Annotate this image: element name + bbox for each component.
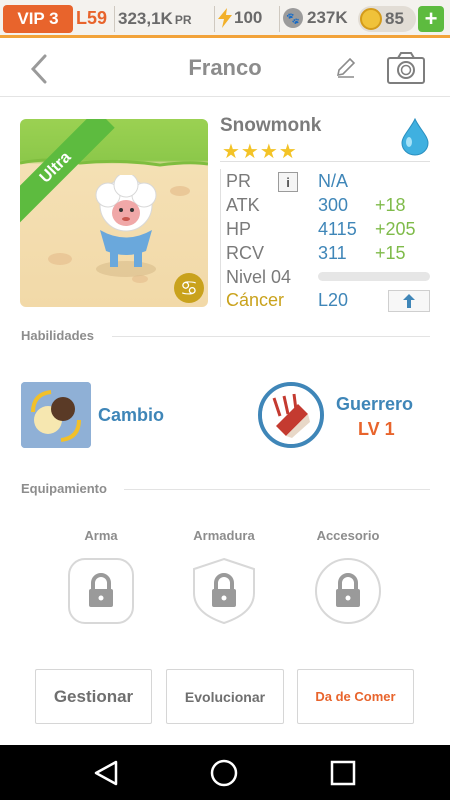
stat-row-rcv: RCV 311 +15	[226, 243, 436, 267]
coin-counter[interactable]: 85	[358, 6, 416, 32]
power-rating-unit: PR	[174, 13, 192, 27]
lock-icon	[193, 557, 255, 625]
system-navigation-bar	[0, 745, 450, 800]
lock-icon	[68, 558, 134, 624]
stat-label: ATK	[226, 195, 260, 215]
lock-icon	[315, 558, 381, 624]
slot-label-weapon: Arma	[84, 528, 118, 543]
zodiac-badge: ♋	[174, 273, 204, 303]
level-up-button[interactable]	[388, 290, 430, 312]
arrow-up-icon	[403, 294, 415, 308]
stat-value: N/A	[318, 171, 349, 191]
triangle-back-icon	[94, 760, 118, 786]
snowmonk-sprite	[95, 175, 157, 267]
stat-value: 4115	[318, 219, 357, 239]
nav-back-button[interactable]	[90, 757, 122, 789]
coin-value: 85	[385, 9, 404, 28]
pencil-icon	[336, 57, 356, 78]
divider	[220, 169, 221, 307]
slot-label-armor: Armadura	[193, 528, 255, 543]
power-rating: 323,1K PR	[118, 9, 192, 29]
energy-counter[interactable]: 100	[218, 8, 262, 28]
weapon-slot[interactable]	[67, 557, 135, 625]
page-title: Franco	[188, 55, 262, 80]
info-button[interactable]: i	[278, 172, 298, 192]
skill-icon[interactable]	[21, 382, 91, 448]
vip-badge[interactable]: VIP 3	[3, 5, 73, 33]
skills-section-label: Habilidades	[21, 328, 94, 343]
warrior-class-icon	[262, 386, 320, 444]
stat-row-hp: HP 4115 +205	[226, 219, 436, 243]
divider	[214, 6, 215, 32]
armor-slot[interactable]	[190, 557, 258, 625]
header: Franco	[0, 41, 450, 97]
class-icon[interactable]	[258, 382, 324, 448]
class-name: Guerrero	[336, 394, 414, 414]
skill-name[interactable]: Cambio	[98, 405, 164, 426]
energy-value: 100	[234, 8, 263, 27]
divider	[124, 489, 430, 490]
equipment-section-label: Equipamiento	[21, 481, 107, 496]
stat-row-pr: PR i N/A	[226, 171, 436, 195]
manage-button[interactable]: Gestionar	[35, 669, 152, 724]
stat-bonus: +15	[375, 243, 406, 263]
top-status-bar: VIP 3 L59 323,1K PR 100 🐾 237K 85 +	[0, 0, 450, 38]
stat-bonus: +18	[375, 195, 406, 215]
power-rating-value: 323,1K	[118, 9, 173, 28]
water-drop-icon	[401, 118, 429, 156]
level-progress-bar	[318, 272, 430, 281]
stat-value: 300	[318, 195, 349, 215]
feed-button[interactable]: Da de Comer	[297, 669, 414, 724]
paw-icon: 🐾	[283, 8, 303, 28]
monster-detail-screen: VIP 3 L59 323,1K PR 100 🐾 237K 85 + Franc…	[0, 0, 450, 800]
divider	[112, 336, 430, 337]
max-level: L20	[318, 290, 349, 310]
divider	[220, 161, 430, 162]
stat-label: HP	[226, 219, 252, 239]
player-level: L59	[76, 8, 108, 28]
circle-home-icon	[210, 759, 238, 787]
level-label: Nivel 04	[226, 267, 292, 287]
coin-icon	[360, 8, 382, 30]
class-level: LV 1	[358, 419, 395, 439]
lightning-icon	[218, 8, 232, 28]
swap-skill-icon	[21, 382, 91, 448]
camera-icon	[387, 52, 425, 84]
zodiac-name: Cáncer	[226, 290, 285, 310]
evolve-button[interactable]: Evolucionar	[166, 669, 284, 724]
nav-recents-button[interactable]	[327, 757, 359, 789]
add-coins-button[interactable]: +	[418, 6, 444, 32]
accessory-slot[interactable]	[314, 557, 382, 625]
stat-label: PR	[226, 171, 252, 191]
stat-value: 311	[318, 243, 347, 263]
stat-label: RCV	[226, 243, 265, 263]
paw-value: 237K	[307, 8, 348, 27]
nav-home-button[interactable]	[208, 757, 240, 789]
edit-name-button[interactable]	[334, 56, 358, 80]
stat-bonus: +205	[375, 219, 416, 239]
divider	[279, 6, 280, 32]
species-name: Snowmonk	[220, 115, 322, 136]
slot-label-accessory: Accesorio	[316, 528, 380, 543]
stat-row-atk: ATK 300 +18	[226, 195, 436, 219]
square-recents-icon	[330, 760, 356, 786]
camera-button[interactable]	[386, 51, 426, 85]
divider	[114, 6, 115, 32]
monster-portrait[interactable]: Ultra ♋	[20, 119, 208, 307]
paw-counter[interactable]: 🐾 237K	[283, 8, 348, 28]
